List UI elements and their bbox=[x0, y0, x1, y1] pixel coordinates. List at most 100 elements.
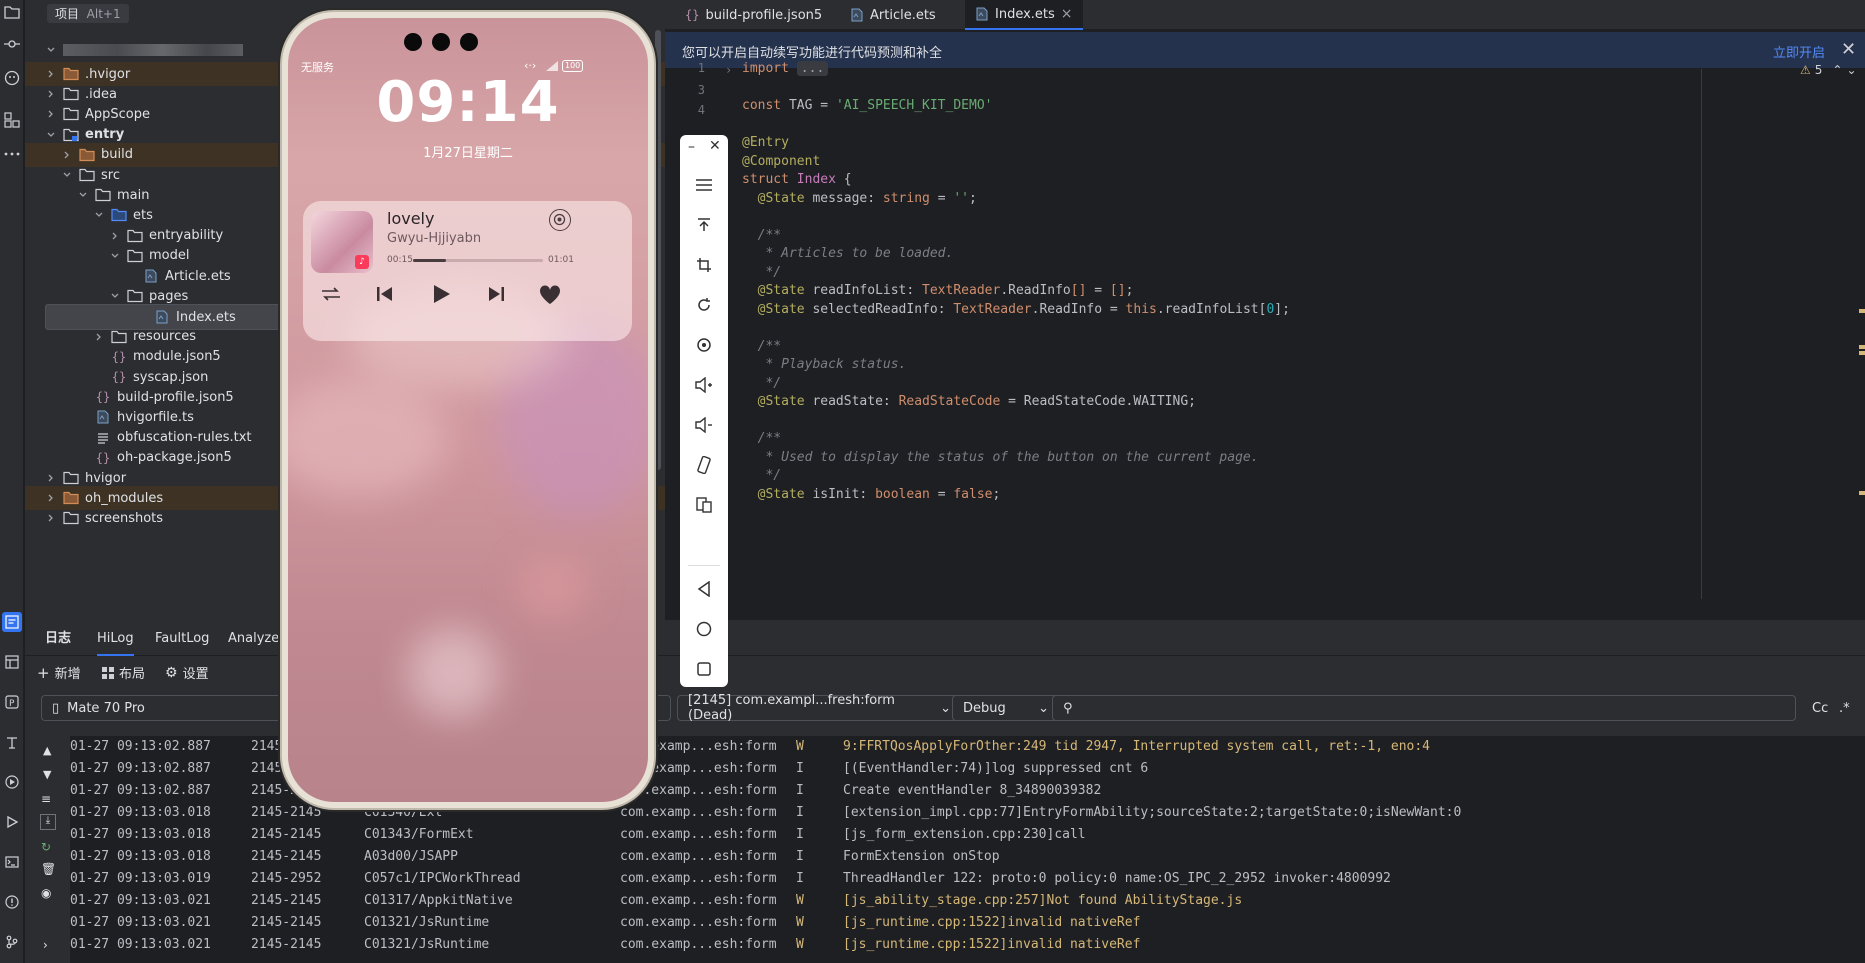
home-icon[interactable] bbox=[692, 617, 716, 641]
previous-track-icon[interactable] bbox=[375, 285, 395, 303]
project-icon[interactable] bbox=[2, 2, 22, 22]
plugins-icon[interactable] bbox=[2, 110, 22, 130]
terminal-icon[interactable] bbox=[2, 852, 22, 872]
log-search-input[interactable]: ⚲ bbox=[1052, 695, 1796, 721]
problems-icon[interactable] bbox=[2, 892, 22, 912]
chevron-down-icon[interactable] bbox=[93, 209, 105, 221]
chevron-right-icon[interactable] bbox=[109, 230, 121, 242]
tab-faultlog[interactable]: FaultLog bbox=[155, 622, 209, 656]
chevron-right-icon[interactable] bbox=[45, 492, 57, 504]
chevron-right-icon[interactable] bbox=[45, 68, 57, 80]
log-window-icon[interactable] bbox=[2, 612, 22, 632]
project-scrollbar[interactable] bbox=[655, 30, 661, 470]
expand-icon[interactable]: › bbox=[43, 938, 48, 952]
progress-track[interactable] bbox=[413, 259, 543, 262]
volume-down-icon[interactable] bbox=[692, 413, 716, 437]
scroll-down-icon[interactable]: ▼ bbox=[43, 768, 51, 781]
inspection-widget[interactable]: ⚠ 5 ⌃ ⌄ bbox=[1800, 63, 1857, 77]
minimize-icon[interactable]: – bbox=[688, 139, 695, 155]
heart-icon[interactable] bbox=[539, 285, 561, 305]
close-icon[interactable]: ✕ bbox=[709, 138, 721, 154]
tab-article[interactable]: Article.ets bbox=[840, 0, 946, 30]
excluded-folder-icon bbox=[63, 66, 79, 82]
code-token: string bbox=[882, 190, 930, 206]
layout-icon[interactable] bbox=[2, 652, 22, 672]
log-tag: C01321/JsRuntime bbox=[364, 915, 490, 930]
chevron-down-icon[interactable] bbox=[77, 189, 89, 201]
media-card[interactable]: ♪ lovely Gwyu-Hjjiyabn 00:15 01:01 bbox=[303, 201, 632, 341]
menu-icon[interactable] bbox=[692, 173, 716, 197]
structure-icon[interactable] bbox=[2, 68, 22, 88]
code-token: /** bbox=[742, 338, 782, 354]
project-panel-title[interactable]: 项目 Alt+1 bbox=[47, 4, 129, 23]
regex-toggle[interactable]: .* bbox=[1839, 701, 1850, 716]
play-icon[interactable] bbox=[430, 283, 452, 305]
tab-index[interactable]: Index.ets × bbox=[965, 0, 1083, 30]
tab-build-profile[interactable]: {} build-profile.json5 bbox=[675, 0, 832, 30]
code-token: ReadStateCode bbox=[898, 394, 1001, 409]
services-icon[interactable] bbox=[2, 772, 22, 792]
location-icon[interactable] bbox=[692, 333, 716, 357]
soft-wrap-icon[interactable]: ≡ bbox=[41, 792, 51, 806]
level-select[interactable]: Debug ⌄ bbox=[952, 695, 1060, 721]
code-token: @State bbox=[742, 190, 813, 206]
pin-top-icon[interactable] bbox=[692, 213, 716, 237]
chevron-down-icon[interactable]: ⌄ bbox=[1846, 63, 1856, 77]
code-token: : bbox=[906, 283, 923, 298]
folder-icon bbox=[63, 86, 79, 102]
more-icon[interactable] bbox=[2, 144, 22, 164]
recents-icon[interactable] bbox=[692, 657, 716, 681]
code-editor[interactable]: 1 3 4 › import ... const TAG = 'AI_SPEECH… bbox=[665, 61, 1865, 599]
profiler-icon[interactable]: P bbox=[2, 692, 22, 712]
trash-icon[interactable]: 🗑 bbox=[41, 862, 56, 876]
build-icon[interactable] bbox=[2, 732, 22, 752]
rotate-icon[interactable] bbox=[692, 293, 716, 317]
settings-button[interactable]: ⚙ 设置 bbox=[165, 663, 209, 683]
chevron-up-icon[interactable]: ⌃ bbox=[1832, 63, 1842, 77]
chevron-right-icon[interactable] bbox=[45, 108, 57, 120]
tree-item-label: resources bbox=[133, 329, 197, 345]
close-tab-icon[interactable]: × bbox=[1061, 6, 1073, 22]
close-banner-icon[interactable]: ✕ bbox=[1841, 39, 1856, 60]
new-log-button[interactable]: + 新增 bbox=[37, 663, 81, 683]
code-line: /** bbox=[742, 431, 782, 446]
chevron-right-icon[interactable] bbox=[61, 149, 73, 161]
chevron-down-icon[interactable] bbox=[109, 290, 121, 302]
commit-icon[interactable] bbox=[2, 34, 22, 54]
tab-hilog[interactable]: HiLog bbox=[97, 622, 134, 656]
chevron-down-icon[interactable] bbox=[45, 129, 57, 141]
chevron-right-icon[interactable] bbox=[45, 88, 57, 100]
chevron-down-icon[interactable] bbox=[61, 169, 73, 181]
chevron-down-icon[interactable] bbox=[109, 250, 121, 262]
volume-up-icon[interactable] bbox=[692, 373, 716, 397]
chevron-down-icon: ⌄ bbox=[940, 700, 951, 716]
restart-icon[interactable]: ↻ bbox=[41, 840, 51, 854]
device-rotate-icon[interactable] bbox=[692, 453, 716, 477]
chevron-right-icon[interactable] bbox=[45, 472, 57, 484]
banner-enable-link[interactable]: 立即开启 bbox=[1773, 42, 1825, 61]
chevron-right-icon[interactable] bbox=[93, 331, 105, 343]
tree-item-label: hvigorfile.ts bbox=[117, 409, 194, 425]
crop-icon[interactable] bbox=[692, 253, 716, 277]
git-icon[interactable] bbox=[2, 932, 22, 952]
code-line: @State isInit: boolean = false; bbox=[742, 487, 1001, 502]
phone-screen[interactable]: 无服务 ‹·› 100 09:14 1月27日星期二 ♪ lovely Gwyu… bbox=[288, 18, 648, 802]
folder-icon bbox=[111, 329, 127, 345]
scroll-up-icon[interactable]: ▲ bbox=[43, 744, 51, 757]
code-token: : bbox=[937, 301, 954, 317]
phone-emulator: 无服务 ‹·› 100 09:14 1月27日星期二 ♪ lovely Gwyu… bbox=[282, 12, 654, 808]
process-select[interactable]: [2145] com.exampl...fresh:form (Dead) ⌄ bbox=[677, 693, 962, 723]
scroll-to-end-icon[interactable]: ⤓ bbox=[40, 814, 56, 830]
match-case-toggle[interactable]: Cc bbox=[1812, 701, 1828, 716]
next-track-icon[interactable] bbox=[486, 285, 506, 303]
camera-icon[interactable]: ◉ bbox=[41, 886, 51, 900]
cast-icon[interactable] bbox=[549, 209, 571, 231]
back-icon[interactable] bbox=[692, 577, 716, 601]
chevron-right-icon[interactable] bbox=[45, 512, 57, 524]
shuffle-icon[interactable] bbox=[320, 285, 342, 303]
layout-button[interactable]: 布局 bbox=[102, 663, 145, 682]
fold-device-icon[interactable] bbox=[692, 493, 716, 517]
run-icon[interactable] bbox=[2, 812, 22, 832]
fold-chevron-icon[interactable]: › bbox=[725, 63, 732, 77]
progress-fill bbox=[413, 259, 446, 262]
